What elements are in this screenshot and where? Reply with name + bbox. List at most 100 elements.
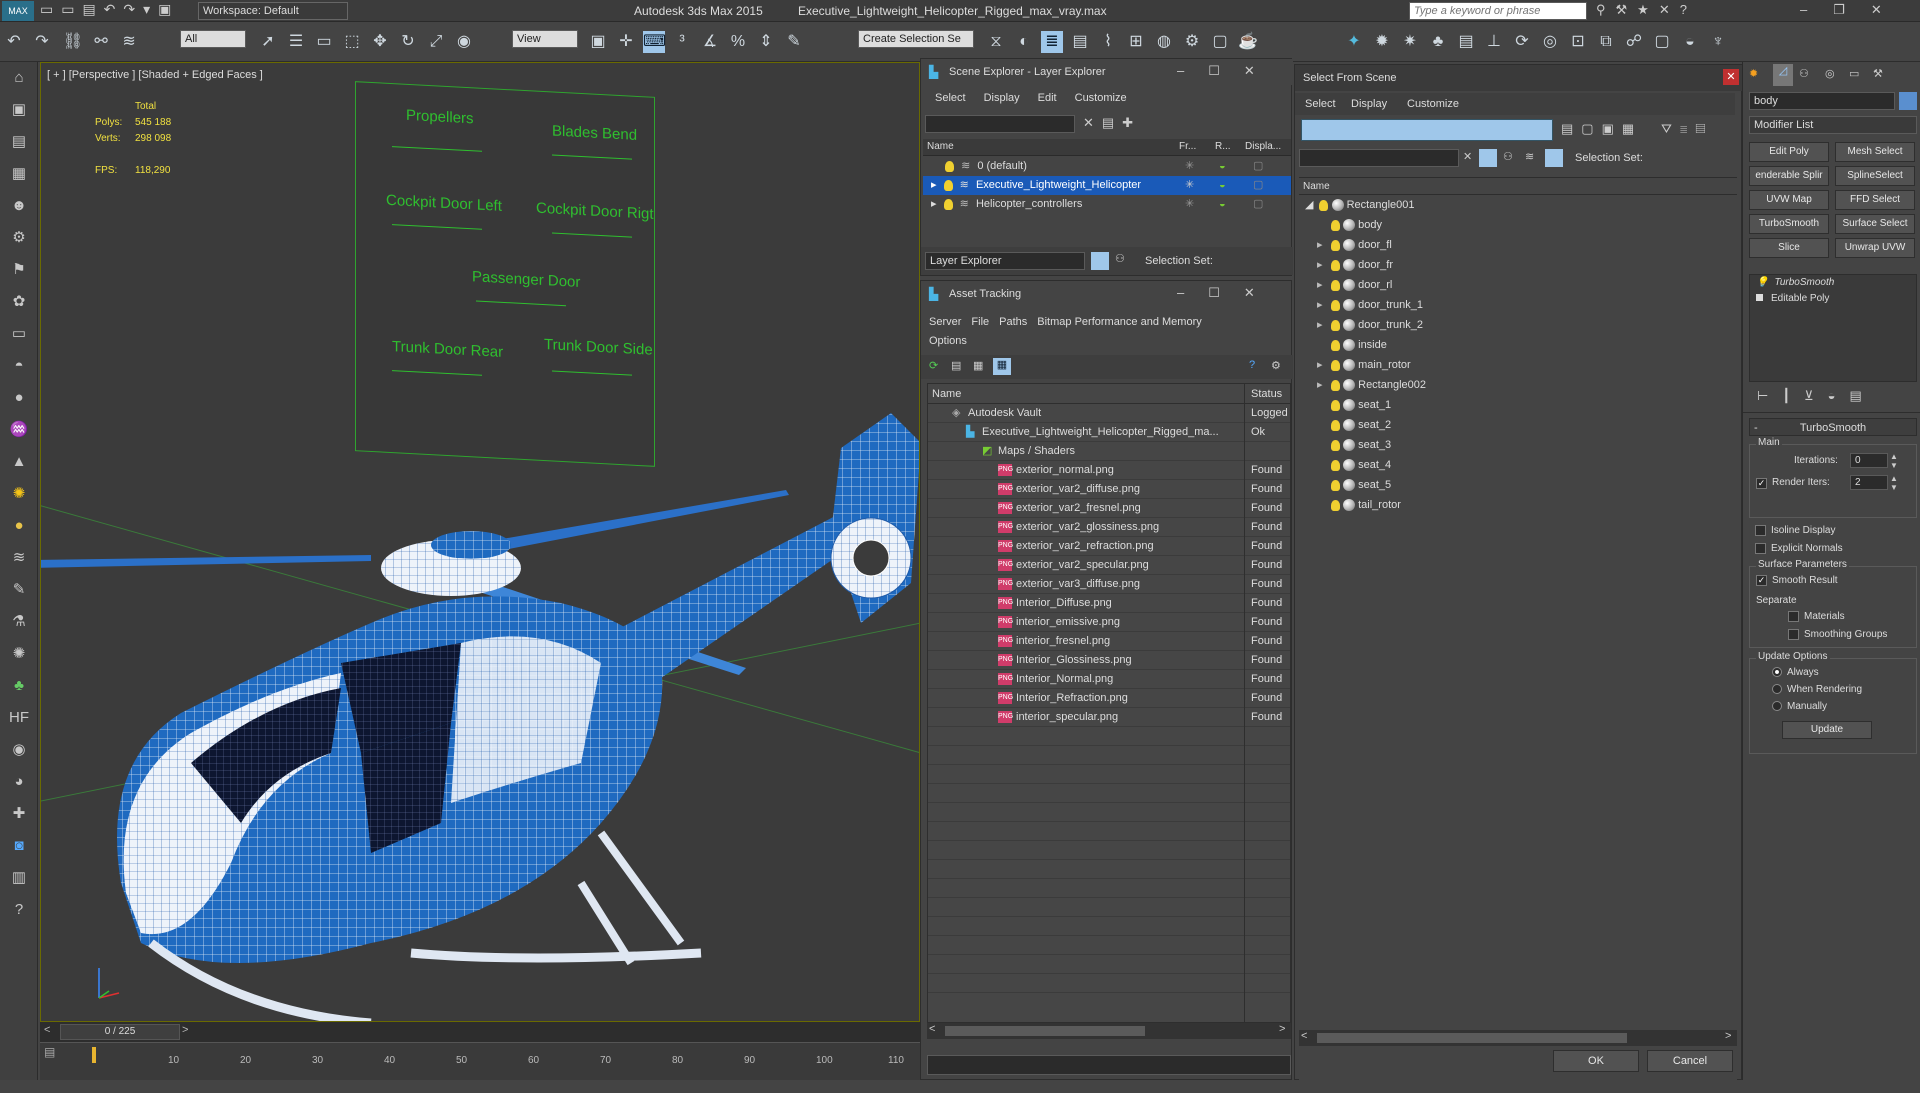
sfs-name-header[interactable]: Name (1299, 178, 1737, 195)
hierarchy-tab-icon[interactable]: ⚇ (1799, 67, 1809, 80)
asset-row-map[interactable]: PNG exterior_var2_fresnel.png Found (928, 499, 1290, 518)
col-status[interactable]: Status (1244, 384, 1282, 404)
materials-option[interactable]: Materials (1788, 611, 1845, 622)
expand-icon[interactable]: ▸ (1317, 255, 1331, 275)
expand-icon[interactable]: ▸ (1317, 275, 1331, 295)
tool-icon-21[interactable]: HF (0, 702, 38, 734)
tool-icon-20[interactable]: ♣ (0, 670, 38, 702)
place-icon[interactable]: ◉ (453, 31, 475, 53)
refresh-icon[interactable]: ⟳ (929, 359, 938, 372)
motion-tab-icon[interactable]: ◎ (1825, 67, 1835, 80)
menu-server[interactable]: Server (929, 316, 961, 328)
sfs-menu-customize[interactable]: Customize (1407, 98, 1459, 110)
cycle-icon[interactable]: ⟳ (1511, 31, 1533, 53)
teapot-icon[interactable]: ◒ (1679, 31, 1701, 53)
scroll-left-icon[interactable]: < (1301, 1030, 1307, 1042)
modifier-button[interactable]: Mesh Select (1835, 142, 1915, 162)
tree-item[interactable]: ▸ door_fr (1299, 255, 1737, 275)
asset-row-map[interactable]: PNG Interior_Diffuse.png Found (928, 594, 1290, 613)
help-icon[interactable]: ? (0, 894, 38, 926)
close-icon[interactable]: ✕ (1723, 69, 1739, 85)
tree-icon[interactable]: ♣ (1427, 31, 1449, 53)
explicit-normals-checkbox[interactable] (1755, 542, 1766, 554)
expand-icon[interactable]: ▸ (1317, 235, 1331, 255)
workspace-dropdown[interactable]: Workspace: Default (198, 2, 348, 20)
menu-paths[interactable]: Paths (999, 316, 1027, 328)
expand-icon[interactable]: ▸ (931, 198, 937, 210)
helicopter-model[interactable] (41, 63, 920, 1022)
tool-icon-24[interactable]: ✚ (0, 798, 38, 830)
lightbulb-icon[interactable]: 💡 (1756, 277, 1768, 288)
freeze-icon[interactable]: ✳ (1185, 195, 1194, 214)
filter-toggle-icon[interactable] (1479, 149, 1497, 167)
redo-icon[interactable]: ↷ (31, 31, 53, 53)
asset-row-group[interactable]: ◩ Maps / Shaders (928, 442, 1290, 461)
object-name-field[interactable]: body (1749, 92, 1895, 110)
sfs-hscroll[interactable]: < > (1299, 1030, 1737, 1046)
visibility-icon[interactable] (1331, 479, 1340, 491)
help-icon[interactable]: ? (1249, 359, 1255, 371)
modifier-button[interactable]: Surface Select (1835, 214, 1915, 234)
layer-explorer-dropdown[interactable]: Layer Explorer (925, 252, 1085, 270)
scene-explorer-window-controls[interactable]: –☐✕ (1177, 63, 1279, 79)
expand-icon[interactable]: ▸ (1317, 295, 1331, 315)
minus-icon[interactable]: - (1754, 419, 1758, 437)
tree-root[interactable]: ◢ Rectangle001 (1299, 195, 1737, 215)
layer-row[interactable]: ▸ ≋ Helicopter_controllers ✳ ◒ ▢ (923, 195, 1291, 214)
frame-counter[interactable]: 0 / 225 (60, 1024, 180, 1040)
tool-icon-8[interactable]: ✿ (0, 286, 38, 318)
visibility-icon[interactable] (1331, 219, 1340, 231)
rect-selection-icon[interactable]: ▭ (313, 31, 335, 53)
manually-radio[interactable] (1772, 701, 1782, 712)
visibility-icon[interactable] (1319, 199, 1329, 211)
tool-icon-5[interactable]: ☻ (0, 190, 38, 222)
scene-explorer-search[interactable] (925, 115, 1075, 133)
tool-icon-26[interactable]: ▥ (0, 862, 38, 894)
rotate-icon[interactable]: ↻ (397, 31, 419, 53)
col-name[interactable]: Name (927, 141, 954, 152)
align-icon[interactable]: ◐ (1013, 31, 1035, 53)
sfs-search-input[interactable] (1299, 149, 1459, 167)
infocenter-icons[interactable]: ⚲⚒★✕? (1596, 2, 1697, 18)
modifier-list-dropdown[interactable]: Modifier List (1749, 116, 1917, 134)
toggle-ribbon-icon[interactable]: ▤ (1069, 31, 1091, 53)
current-frame-marker[interactable] (92, 1047, 96, 1063)
modifier-button[interactable]: UVW Map (1749, 190, 1829, 210)
scroll-right-icon[interactable]: > (1279, 1023, 1285, 1035)
tool-icon-14[interactable]: ✺ (0, 478, 38, 510)
sfs-tool-icons[interactable]: ▤▢▣▦ (1561, 121, 1642, 137)
select-object-icon[interactable]: ➚ (257, 31, 279, 53)
create-tab-icon[interactable]: ✹ (1749, 67, 1758, 80)
key-mode-icon[interactable]: ▤ (44, 1045, 55, 1059)
tool-icon-7[interactable]: ⚑ (0, 254, 38, 286)
tree-item[interactable]: ▸ main_rotor (1299, 355, 1737, 375)
smooth-result-checkbox[interactable]: ✓ (1756, 575, 1767, 586)
cancel-button[interactable]: Cancel (1647, 1050, 1733, 1072)
always-radio[interactable] (1772, 667, 1782, 678)
frame-icon[interactable]: ⊡ (1567, 31, 1589, 53)
modifier-button[interactable]: Unwrap UVW (1835, 238, 1915, 258)
sfs-hscroll-thumb[interactable] (1317, 1033, 1627, 1043)
quick-access-icons[interactable]: ▭▭▤↶↷▾▣ (40, 1, 179, 18)
tool-icon-10[interactable]: ◓ (0, 350, 38, 382)
display-icon[interactable]: ▢ (1253, 176, 1263, 195)
curve-editor-icon[interactable]: ⌇ (1097, 31, 1119, 53)
material-editor-icon[interactable]: ◍ (1153, 31, 1175, 53)
render-iters-checkbox[interactable]: ✓ (1756, 478, 1767, 489)
sfs-filter-icons[interactable]: ⛛≣▤ (1661, 121, 1713, 137)
tool-icon-17[interactable]: ✎ (0, 574, 38, 606)
bind-spacewarp-icon[interactable]: ≋ (118, 31, 140, 53)
tool-icon-1[interactable]: ⌂ (0, 62, 38, 94)
grid-icon[interactable]: ▦ (993, 358, 1011, 375)
box-icon[interactable]: ▢ (1651, 31, 1673, 53)
tool-icon-9[interactable]: ▭ (0, 318, 38, 350)
snaps-icon[interactable]: ³ (671, 31, 693, 53)
visibility-icon[interactable] (1331, 419, 1340, 431)
asset-row-map[interactable]: PNG exterior_var2_specular.png Found (928, 556, 1290, 575)
menu-customize[interactable]: Customize (1075, 92, 1127, 104)
iterations-spinner-arrows[interactable]: ▲ ▼ (1890, 452, 1898, 470)
filter-icons[interactable] (1301, 119, 1553, 141)
tree-item[interactable]: ▸ door_trunk_1 (1299, 295, 1737, 315)
tool-icon-15[interactable]: ● (0, 510, 38, 542)
gear-icon[interactable]: ✹ (1371, 31, 1393, 53)
